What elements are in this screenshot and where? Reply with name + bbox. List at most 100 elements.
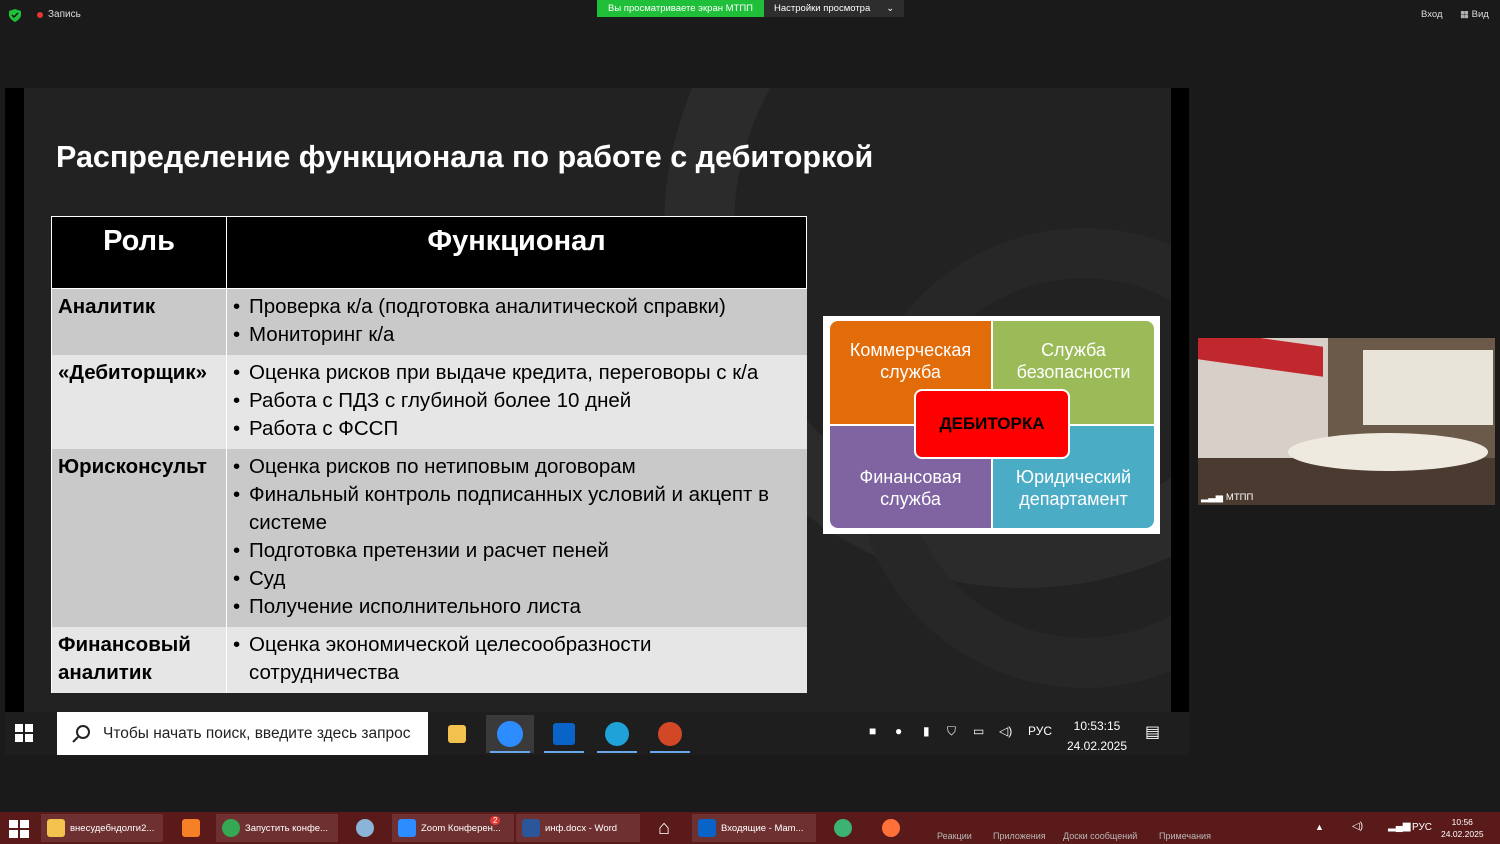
security-shield-icon[interactable] bbox=[9, 9, 21, 22]
function-item: Мониторинг к/а bbox=[233, 321, 801, 349]
video-scene bbox=[1363, 350, 1493, 425]
folder-icon bbox=[47, 819, 65, 837]
word-icon bbox=[522, 819, 540, 837]
notifications-icon[interactable]: ▤ bbox=[1145, 722, 1160, 742]
view-button[interactable]: ▦ Вид bbox=[1460, 9, 1489, 20]
firefox-icon[interactable] bbox=[876, 814, 906, 842]
participant-label: ▂▃▅ МТПП bbox=[1201, 492, 1253, 503]
zoom-tray-icon[interactable]: ● bbox=[895, 724, 902, 738]
header-function: Функционал bbox=[226, 216, 807, 289]
taskbar-window[interactable]: внесудебндолги2... bbox=[41, 814, 163, 842]
function-item: Оценка рисков по нетиповым договорам bbox=[233, 453, 801, 481]
function-cell: Проверка к/а (подготовка аналитической с… bbox=[226, 288, 807, 355]
tray-expand-icon[interactable]: ▲ bbox=[1315, 822, 1324, 832]
function-item: Оценка рисков при выдаче кредита, перего… bbox=[233, 359, 801, 387]
window-label: Zoom Конферен... bbox=[421, 822, 501, 834]
function-item: Подготовка претензии и расчет пеней bbox=[233, 537, 801, 565]
remote-taskbar: Чтобы начать поиск, введите здесь запрос… bbox=[5, 712, 1189, 755]
local-time: 10:56 bbox=[1451, 817, 1473, 827]
role-cell: Аналитик bbox=[51, 288, 227, 355]
slide-title: Распределение функционала по работе с де… bbox=[56, 140, 874, 174]
remote-time: 10:53:15 bbox=[1073, 719, 1121, 733]
window-label: Запустить конфе... bbox=[245, 822, 328, 834]
search-placeholder: Чтобы начать поиск, введите здесь запрос bbox=[103, 724, 411, 742]
function-item: Работа с ФССП bbox=[233, 415, 801, 443]
zoom-app-icon[interactable] bbox=[486, 715, 534, 753]
role-cell: Юрисконсульт bbox=[51, 449, 227, 627]
network-icon[interactable]: ▂▄▆ bbox=[1388, 821, 1410, 832]
windows-start-icon[interactable] bbox=[15, 724, 33, 742]
taskbar-window[interactable]: Входящие - Mam... bbox=[692, 814, 816, 842]
remote-clock[interactable]: 10:53:15 24.02.2025 bbox=[1057, 716, 1137, 756]
powerpoint-app-icon[interactable] bbox=[646, 715, 694, 753]
signal-icon: ▂▃▅ bbox=[1201, 492, 1223, 503]
enter-button[interactable]: Вход bbox=[1421, 9, 1443, 20]
function-item: Оценка экономической целесообразности со… bbox=[233, 631, 801, 687]
chevron-down-icon: ⌄ bbox=[886, 3, 895, 14]
role-cell: «Дебиторщик» bbox=[51, 355, 227, 449]
zoom-icon bbox=[398, 819, 416, 837]
window-label: Входящие - Mam... bbox=[721, 822, 804, 834]
function-item: Проверка к/а (подготовка аналитической с… bbox=[233, 293, 801, 321]
function-item: Получение исполнительного листа bbox=[233, 593, 801, 621]
zoom-top-bar: Запись Вы просматриваете экран МТПП Наст… bbox=[0, 0, 1500, 30]
taskbar-window[interactable]: инф.docx - Word bbox=[516, 814, 640, 842]
windows-start-icon[interactable] bbox=[9, 820, 29, 838]
local-clock[interactable]: 10:56 24.02.2025 bbox=[1441, 816, 1484, 840]
table-row: Юрисконсульт Оценка рисков по нетиповым … bbox=[51, 449, 807, 627]
table-row: Финансовый аналитик Оценка экономической… bbox=[51, 627, 807, 693]
recording-indicator[interactable]: Запись bbox=[37, 9, 81, 20]
notes-button[interactable]: Примечания bbox=[1159, 831, 1211, 841]
viewing-screen-label: Вы просматриваете экран МТПП bbox=[597, 0, 765, 17]
view-settings-button[interactable]: Настройки просмотра ⌄ bbox=[764, 0, 905, 17]
outlook-app-icon[interactable] bbox=[540, 715, 588, 753]
apps-button[interactable]: Приложения bbox=[993, 831, 1046, 841]
presentation-slide: Распределение функционала по работе с де… bbox=[24, 88, 1171, 712]
remote-date: 24.02.2025 bbox=[1066, 739, 1128, 753]
globe-icon[interactable] bbox=[828, 814, 858, 842]
record-dot-icon bbox=[37, 11, 43, 18]
outlook-icon bbox=[698, 819, 716, 837]
language-indicator[interactable]: РУС bbox=[1028, 724, 1052, 738]
participant-name: МТПП bbox=[1225, 492, 1254, 503]
shield-tray-icon[interactable]: ⛉ bbox=[947, 724, 956, 739]
function-item: Работа с ПДЗ с глубиной более 10 дней bbox=[233, 387, 801, 415]
network-tray-icon[interactable]: ▭ bbox=[973, 724, 984, 738]
debtors-diagram: Коммерческая служба Служба безопасности … bbox=[823, 316, 1160, 534]
search-icon bbox=[72, 724, 90, 743]
debtors-center-block: ДЕБИТОРКА bbox=[914, 389, 1070, 459]
view-settings-label: Настройки просмотра bbox=[774, 3, 871, 14]
file-explorer-icon[interactable] bbox=[433, 715, 481, 753]
function-cell: Оценка рисков по нетиповым договорам Фин… bbox=[226, 449, 807, 627]
share-banner: Вы просматриваете экран МТПП Настройки п… bbox=[597, 0, 905, 17]
home-icon[interactable]: ⌂ bbox=[652, 814, 676, 842]
whiteboards-button[interactable]: Доски сообщений bbox=[1063, 831, 1137, 841]
search-box[interactable]: Чтобы начать поиск, введите здесь запрос bbox=[57, 712, 428, 755]
chrome-icon bbox=[222, 819, 240, 837]
media-player-icon[interactable] bbox=[176, 814, 206, 842]
reactions-button[interactable]: Реакции bbox=[937, 831, 972, 841]
function-table: Роль Функционал Аналитик Проверка к/а (п… bbox=[51, 216, 807, 693]
volume-icon[interactable]: ◁) bbox=[1352, 821, 1363, 832]
function-cell: Оценка рисков при выдаче кредита, перего… bbox=[226, 355, 807, 449]
view-grid-icon: ▦ bbox=[1460, 9, 1472, 20]
participant-video[interactable]: ▂▃▅ МТПП bbox=[1198, 338, 1495, 505]
local-date: 24.02.2025 bbox=[1441, 829, 1484, 839]
language-indicator[interactable]: РУС bbox=[1412, 822, 1432, 833]
video-scene bbox=[1288, 433, 1488, 471]
function-cell: Оценка экономической целесообразности со… bbox=[226, 627, 807, 693]
role-cell: Финансовый аналитик bbox=[51, 627, 227, 693]
taskbar-window[interactable]: Запустить конфе... bbox=[216, 814, 338, 842]
window-label: инф.docx - Word bbox=[545, 822, 618, 834]
volume-icon[interactable]: ◁) bbox=[999, 724, 1012, 738]
outlook-tray-icon[interactable]: ■ bbox=[869, 724, 876, 738]
view-label: Вид bbox=[1471, 9, 1489, 20]
table-row: Аналитик Проверка к/а (подготовка аналит… bbox=[51, 288, 807, 355]
window-label: внесудебндолги2... bbox=[70, 822, 155, 834]
function-item: Финальный контроль подписанных условий и… bbox=[233, 481, 801, 537]
usb-tray-icon[interactable]: ▮ bbox=[923, 724, 930, 738]
paint-icon[interactable] bbox=[350, 814, 380, 842]
local-taskbar: внесудебндолги2... Запустить конфе... Zo… bbox=[0, 812, 1500, 844]
recording-label: Запись bbox=[48, 9, 81, 20]
edge-app-icon[interactable] bbox=[593, 715, 641, 753]
